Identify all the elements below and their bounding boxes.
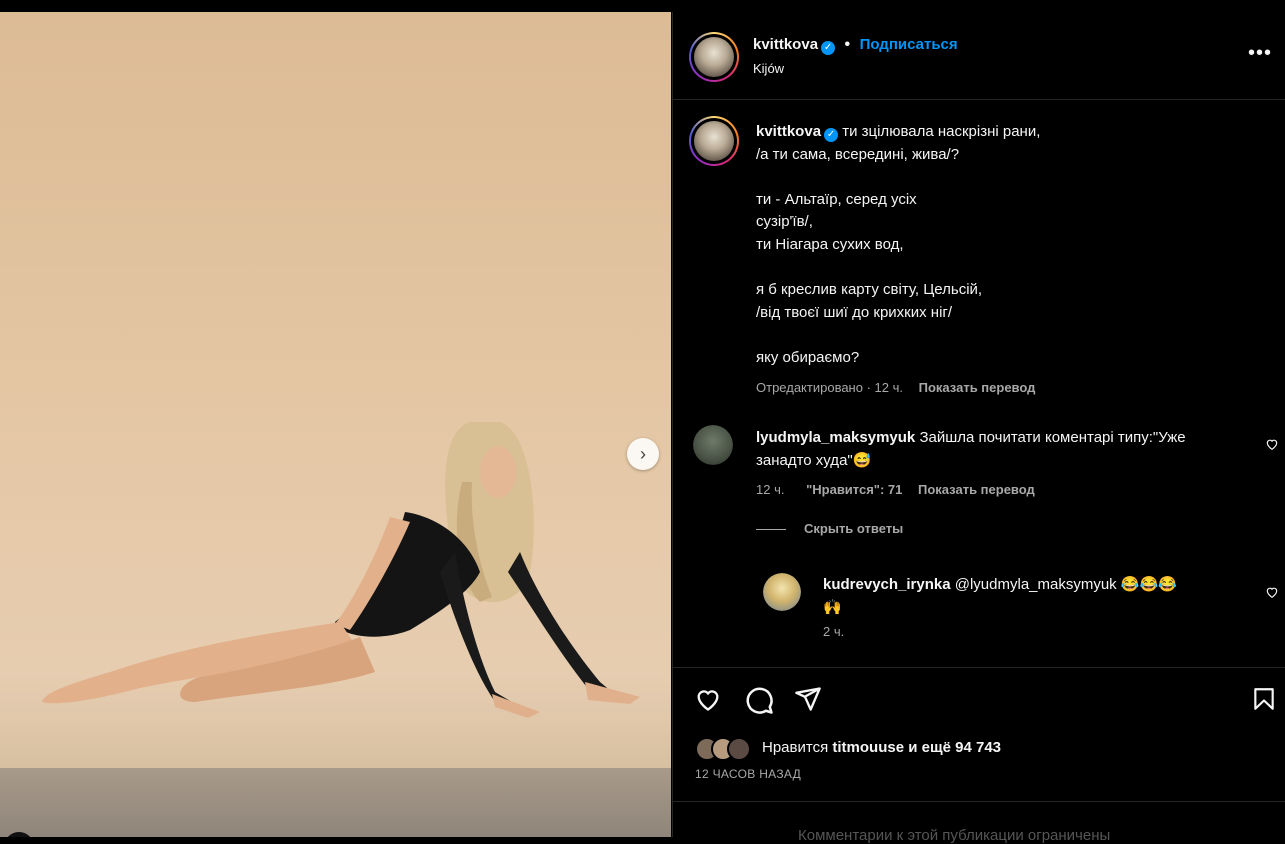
comment-text: Зайшла почитати коментарі типу:"Уже bbox=[919, 429, 1186, 446]
next-photo-button[interactable]: › bbox=[627, 438, 659, 470]
comment-text: занадто худа"😅 bbox=[756, 451, 872, 469]
likes-username[interactable]: titmouuse bbox=[832, 739, 904, 756]
edited-label: Отредактировано bbox=[756, 379, 863, 395]
caption-author-avatar[interactable] bbox=[689, 116, 739, 166]
reply-item: kudrevych_irynka @lyudmyla_maksymyuk 😂😂😂… bbox=[823, 574, 1263, 639]
caption-translate-button[interactable]: Показать перевод bbox=[919, 380, 1036, 395]
caption-line: яку обираємо? bbox=[756, 348, 860, 366]
caption-line: /від твоєї шиї до крихких ніг/ bbox=[756, 303, 953, 321]
caption-line: /а ти сама, всередині, жива/? bbox=[756, 145, 960, 163]
caption-block: kvittkova ✓ ти зцілювала наскрізні рани, … bbox=[756, 121, 1266, 395]
caption-line bbox=[756, 324, 1266, 347]
reply-avatar[interactable] bbox=[763, 573, 801, 611]
hide-replies-button[interactable]: Скрыть ответы bbox=[804, 521, 903, 536]
model-figure bbox=[42, 422, 640, 718]
chevron-right-icon: › bbox=[640, 443, 646, 464]
reply-time[interactable]: 2 ч. bbox=[823, 624, 1263, 639]
comments-restricted-notice: Комментарии к этой публикации ограничены bbox=[798, 827, 1111, 844]
comment-time[interactable]: 12 ч. bbox=[756, 482, 784, 497]
comment-like-heart-icon[interactable] bbox=[1265, 437, 1279, 451]
comment-item: lyudmyla_maksymyuk Зайшла почитати комен… bbox=[756, 427, 1256, 536]
verified-badge-icon: ✓ bbox=[824, 128, 839, 142]
likes-count[interactable]: 94 743 bbox=[955, 739, 1001, 756]
more-options-icon[interactable]: ••• bbox=[1248, 42, 1272, 65]
author-avatar[interactable] bbox=[689, 32, 739, 82]
like-heart-icon[interactable] bbox=[693, 685, 723, 713]
commenter-avatar[interactable] bbox=[693, 425, 733, 465]
caption-line: ти - Альтаїр, серед усіх bbox=[756, 190, 917, 208]
caption-username[interactable]: kvittkova bbox=[756, 123, 821, 140]
caption-line bbox=[756, 166, 1266, 189]
post-details-panel: kvittkova ✓ • Подписаться Kijów ••• kvitt… bbox=[672, 12, 1285, 844]
save-bookmark-icon[interactable] bbox=[1251, 685, 1277, 713]
reply-username[interactable]: kudrevych_irynka bbox=[823, 576, 951, 593]
comment-icon[interactable] bbox=[744, 685, 774, 715]
comment-translate-button[interactable]: Показать перевод bbox=[918, 482, 1035, 497]
likes-summary: Нравится titmouuse и ещё 94 743 bbox=[762, 739, 1001, 756]
liker-avatar[interactable] bbox=[727, 737, 751, 761]
reply-text: 🙌 bbox=[823, 598, 842, 616]
header-separator: • bbox=[844, 36, 851, 53]
caption-line: ти зцілювала наскрізні рани, bbox=[842, 123, 1041, 140]
verified-badge-icon: ✓ bbox=[821, 41, 836, 55]
caption-time[interactable]: 12 ч. bbox=[875, 380, 903, 395]
likes-prefix: Нравится bbox=[762, 739, 829, 756]
post-location[interactable]: Kijów bbox=[753, 61, 784, 76]
caption-line: я б креслив карту світу, Цельсій, bbox=[756, 281, 983, 299]
caption-line bbox=[756, 257, 1266, 280]
footer-divider bbox=[673, 801, 1285, 802]
reply-like-heart-icon[interactable] bbox=[1265, 585, 1279, 599]
likes-mid[interactable]: и ещё bbox=[908, 739, 951, 756]
replies-divider bbox=[756, 529, 786, 531]
follow-button[interactable]: Подписаться bbox=[860, 36, 958, 53]
author-username[interactable]: kvittkova bbox=[753, 36, 818, 53]
caption-line: сузір'їв/, bbox=[756, 213, 813, 231]
comment-likes[interactable]: "Нравится": 71 bbox=[806, 482, 902, 497]
post-timestamp[interactable]: 12 ЧАСОВ НАЗАД bbox=[695, 767, 801, 781]
caption-line: ти Ніагара сухих вод, bbox=[756, 235, 904, 253]
post-photo[interactable]: › bbox=[0, 12, 671, 837]
top-strip bbox=[0, 0, 1285, 12]
actions-bar bbox=[673, 667, 1285, 668]
post-header: kvittkova ✓ • Подписаться Kijów ••• bbox=[673, 12, 1285, 100]
reply-text: @lyudmyla_maksymyuk 😂😂😂 bbox=[954, 576, 1177, 593]
share-icon[interactable] bbox=[793, 685, 823, 713]
comment-username[interactable]: lyudmyla_maksymyuk bbox=[756, 429, 915, 446]
